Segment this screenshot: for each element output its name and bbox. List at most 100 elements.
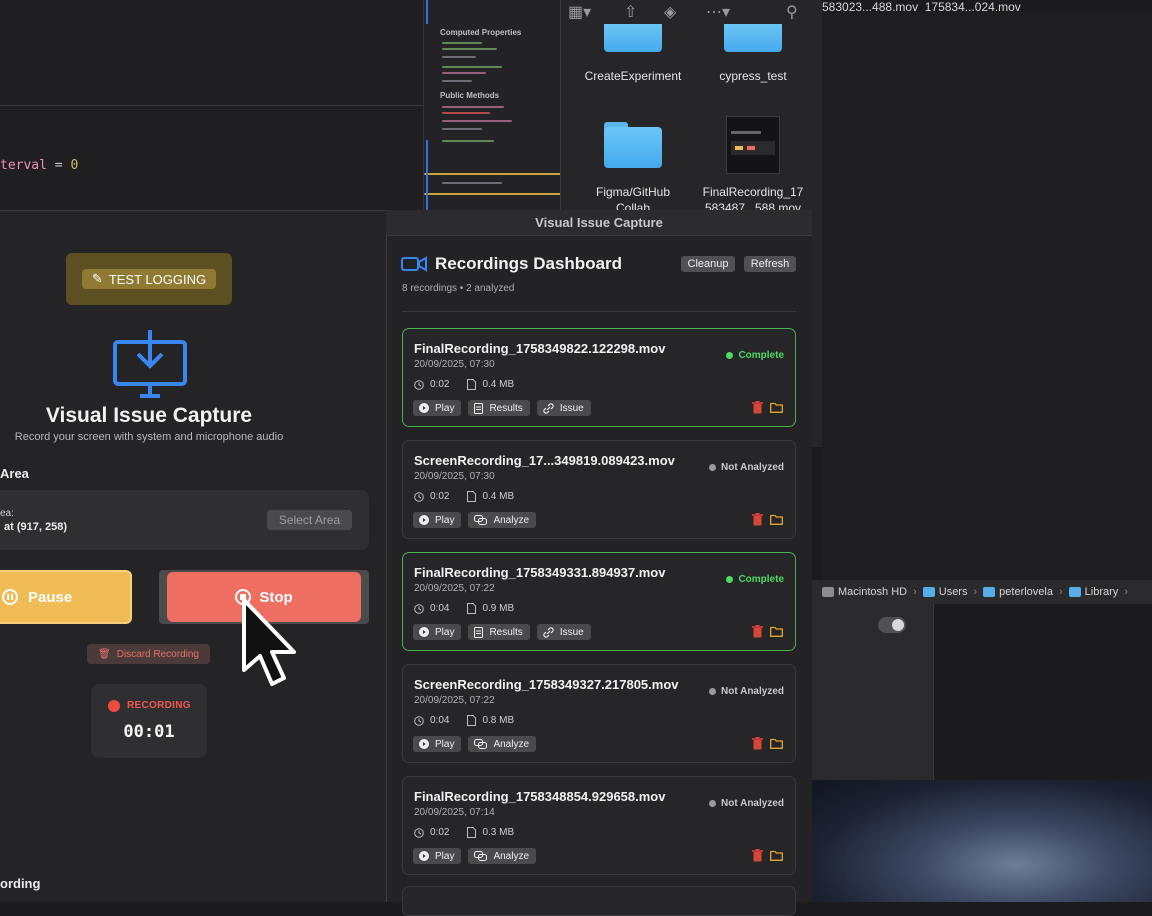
analyze-button[interactable]: Analyze [468, 848, 537, 864]
chat-bubbles-icon [474, 851, 488, 861]
refresh-button[interactable]: Refresh [744, 256, 796, 272]
select-area-button[interactable]: Select Area [267, 510, 352, 530]
play-button[interactable]: Play [413, 624, 462, 640]
folder-icon[interactable] [724, 24, 782, 52]
analyze-button[interactable]: Analyze [468, 736, 537, 752]
search-icon[interactable]: ⚲ [786, 2, 798, 22]
trash-icon[interactable] [752, 513, 763, 526]
play-icon [419, 403, 429, 413]
trash-icon[interactable] [752, 849, 763, 862]
finder-file-names[interactable]: 583023...488.mov 175834...024.mov [822, 0, 1021, 14]
recording-actions: Play Results Issue [413, 624, 591, 640]
video-thumbnail-icon[interactable] [726, 116, 780, 174]
play-button[interactable]: Play [413, 512, 462, 528]
recording-actions: Play Results Issue [413, 400, 591, 416]
recording-name: ScreenRecording_1758349327.217805.mov [414, 677, 679, 692]
chat-bubbles-icon [474, 515, 488, 525]
view-grid-icon[interactable]: ▦▾ [568, 2, 591, 22]
finder-item-label[interactable]: CreateExperiment [573, 68, 693, 84]
finder-item-label[interactable]: cypress_test [693, 68, 813, 84]
code-number: 0 [70, 158, 79, 173]
recording-card[interactable]: ScreenRecording_1758349327.217805.mov 20/… [402, 664, 796, 763]
play-button[interactable]: Play [413, 400, 462, 416]
area-value: at (917, 258) [4, 521, 67, 533]
document-icon [474, 402, 484, 414]
analyze-button[interactable]: Analyze [468, 512, 537, 528]
folder-icon[interactable] [604, 24, 662, 52]
results-button[interactable]: Results [468, 624, 530, 640]
disk-icon [822, 587, 834, 598]
finder-item-label[interactable]: FinalRecording_17 583487...588.mov [693, 184, 813, 210]
finder-toolbar: ▦▾ ⇧ ◈ ⋯▾ ⚲ [560, 0, 822, 24]
recording-card[interactable]: FinalRecording_1758349822.122298.mov 20/0… [402, 328, 796, 427]
recording-actions: Play Analyze [413, 736, 537, 752]
discard-label: Discard Recording [116, 648, 199, 660]
path-item-home[interactable]: peterlovela [983, 586, 1053, 598]
document-icon [474, 626, 484, 638]
recording-card[interactable]: FinalRecording_1758348854.929658.mov 20/0… [402, 776, 796, 875]
recording-size: 0.4 MB [482, 491, 515, 502]
recording-date: 20/09/2025, 07:30 [414, 471, 495, 482]
recording-heading: ording [0, 876, 41, 891]
folder-icon [983, 587, 996, 598]
capture-panel [0, 210, 387, 902]
issue-button[interactable]: Issue [536, 400, 591, 416]
path-item-library[interactable]: Library [1068, 586, 1118, 598]
folder-icon[interactable] [604, 122, 662, 168]
test-logging-button[interactable]: ✎ TEST LOGGING [82, 269, 216, 289]
play-button[interactable]: Play [413, 848, 462, 864]
desktop-wallpaper [812, 780, 1152, 902]
more-icon[interactable]: ⋯▾ [706, 2, 730, 22]
test-logging-label: TEST LOGGING [108, 271, 207, 287]
recording-duration: 0:02 [430, 827, 450, 838]
settings-toggle[interactable] [878, 617, 906, 633]
play-icon [419, 851, 429, 861]
folder-icon[interactable] [770, 626, 783, 637]
recording-name: ScreenRecording_17...349819.089423.mov [414, 453, 675, 468]
recording-date: 20/09/2025, 07:14 [414, 807, 495, 818]
play-icon [419, 627, 429, 637]
recording-actions: Play Analyze [413, 848, 537, 864]
trash-icon[interactable] [752, 401, 763, 414]
finder-item-label[interactable]: Figma/GitHub Collab [573, 184, 693, 210]
recording-meta: 0:02 0.4 MB [414, 491, 514, 502]
code-editor [0, 0, 425, 210]
trash-icon: 🗑 [98, 648, 111, 660]
play-button[interactable]: Play [413, 736, 462, 752]
recording-label: RECORDING [127, 700, 191, 711]
clock-icon [414, 827, 424, 838]
minimap-section-computed: Computed Properties [440, 28, 522, 37]
cleanup-button[interactable]: Cleanup [681, 256, 735, 272]
status-dot-icon [709, 688, 717, 695]
pause-icon [2, 589, 18, 605]
recording-date: 20/09/2025, 07:22 [414, 695, 495, 706]
background-window [822, 12, 1152, 582]
recording-status-box [91, 684, 207, 758]
editor-divider [0, 105, 425, 106]
dashboard-title: Recordings Dashboard [435, 254, 623, 273]
trash-icon[interactable] [752, 737, 763, 750]
pause-button[interactable]: Pause [0, 570, 132, 624]
recording-card[interactable]: ScreenRecording_17...349819.089423.mov 20… [402, 440, 796, 539]
results-button[interactable]: Results [468, 400, 530, 416]
share-icon[interactable]: ⇧ [624, 2, 637, 22]
finder-path-bar: Macintosh HD › Users › peterlovela › Librar… [812, 580, 1152, 604]
path-item-disk[interactable]: Macintosh HD [822, 586, 907, 598]
recording-card[interactable] [402, 886, 796, 916]
folder-icon[interactable] [770, 514, 783, 525]
folder-icon[interactable] [770, 402, 783, 413]
recording-name: FinalRecording_1758348854.929658.mov [414, 789, 666, 804]
tag-icon[interactable]: ◈ [664, 2, 676, 22]
folder-icon[interactable] [770, 738, 783, 749]
recording-date: 20/09/2025, 07:30 [414, 359, 495, 370]
folder-icon[interactable] [770, 850, 783, 861]
editor-minimap[interactable]: Computed Properties Public Methods [423, 0, 561, 210]
recording-card[interactable]: FinalRecording_1758349331.894937.mov 20/0… [402, 552, 796, 651]
issue-button[interactable]: Issue [536, 624, 591, 640]
clock-icon [414, 379, 424, 390]
recording-meta: 0:04 0.8 MB [414, 715, 514, 726]
path-item-users[interactable]: Users [922, 586, 967, 598]
discard-recording-button[interactable]: 🗑 Discard Recording [87, 644, 210, 664]
trash-icon[interactable] [752, 625, 763, 638]
recording-timer: 00:01 [123, 722, 175, 742]
